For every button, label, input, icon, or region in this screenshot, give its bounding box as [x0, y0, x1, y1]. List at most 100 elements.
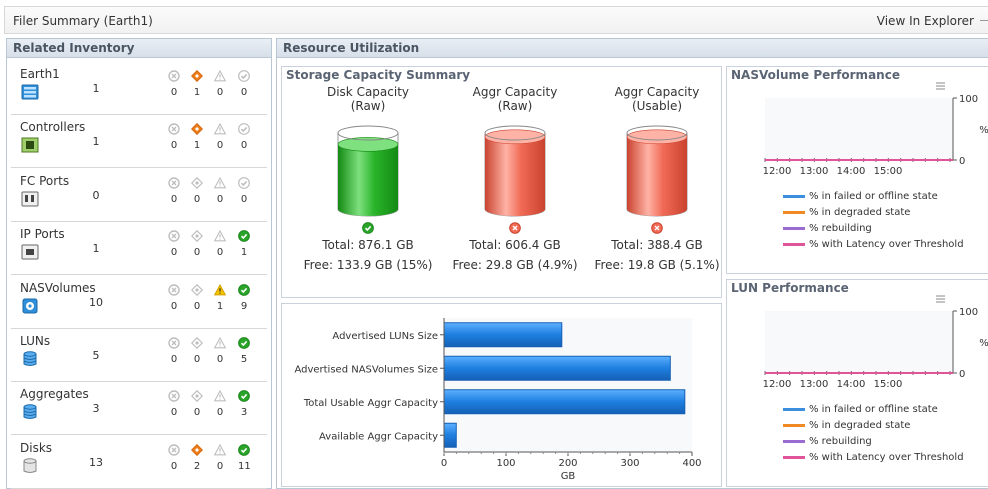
disk-icon [21, 458, 37, 473]
bar[interactable] [443, 389, 686, 415]
inventory-item-name[interactable]: NASVolumes [20, 281, 96, 295]
critical-status-count[interactable]: 0 [168, 140, 180, 151]
major-status-count[interactable]: 0 [191, 247, 203, 258]
inventory-item-name[interactable]: Aggregates [20, 387, 89, 401]
normal-status-count[interactable]: 1 [238, 247, 250, 258]
capacity-cylinder[interactable]: Aggr Capacity (Raw) Total: 606.4 GB Free: 2… [450, 85, 580, 290]
capacity-subtitle: (Raw) [497, 99, 533, 113]
legend-item[interactable]: % in failed or offline state [783, 404, 938, 415]
normal-status-count[interactable]: 3 [238, 407, 250, 418]
inventory-row[interactable]: LUNs 5 0 0 0 5 [11, 329, 267, 382]
x-tick-label: 0 [441, 458, 447, 469]
filer-summary-header: Filer Summary (Earth1) View In Explorer [4, 6, 988, 34]
major-status-count[interactable]: 2 [191, 461, 203, 472]
inventory-item-name[interactable]: Disks [20, 441, 52, 455]
inventory-row[interactable]: Controllers 1 0 1 0 0 [11, 115, 267, 169]
major-status-icon [190, 336, 204, 350]
capacity-bar-chart-panel: Advertised LUNs Size Advertised NASVolume… [281, 303, 722, 487]
inventory-row[interactable]: IP Ports 1 0 0 0 1 [11, 222, 267, 276]
major-status-icon [190, 123, 204, 136]
warning-status-count[interactable]: 0 [214, 87, 226, 98]
inventory-item-name[interactable]: Controllers [20, 120, 85, 134]
major-status-count[interactable]: 1 [191, 87, 203, 98]
capacity-cylinder[interactable]: Disk Capacity (Raw) Total: 876.1 GB Free: 1… [303, 85, 433, 290]
collapse-arrow-icon[interactable] [980, 20, 988, 21]
major-status-count[interactable]: 0 [191, 407, 203, 418]
warning-status-count[interactable]: 0 [214, 194, 226, 205]
warning-status-count[interactable]: 0 [214, 354, 226, 365]
major-status-count[interactable]: 1 [191, 140, 203, 151]
capacity-subtitle: (Raw) [350, 99, 386, 113]
inventory-row[interactable]: Disks 13 0 2 0 11 [11, 436, 267, 489]
major-status-count[interactable]: 0 [191, 301, 203, 312]
fc-port-icon [21, 191, 39, 207]
aggregate-icon [21, 404, 37, 420]
legend-swatch [783, 210, 805, 214]
chart-menu-icon[interactable] [936, 295, 945, 303]
critical-status-count[interactable]: 0 [168, 247, 180, 258]
legend-item[interactable]: % rebuilding [783, 436, 872, 447]
warning-status-count[interactable]: 1 [214, 301, 226, 312]
view-in-explorer-link[interactable]: View In Explorer [877, 14, 974, 28]
normal-status-count[interactable]: 0 [238, 87, 250, 98]
bar[interactable] [443, 355, 671, 381]
inventory-item-name[interactable]: Earth1 [20, 67, 60, 81]
critical-status-count[interactable]: 0 [168, 461, 180, 472]
inventory-row[interactable]: FC Ports 0 0 0 0 0 [11, 169, 267, 222]
inventory-row[interactable]: NASVolumes 10 0 0 1 9 [11, 276, 267, 329]
warning-status-count[interactable]: 0 [214, 247, 226, 258]
legend-item[interactable]: % in degraded state [783, 207, 910, 218]
inventory-row[interactable]: Aggregates 3 0 0 0 3 [11, 382, 267, 436]
bar[interactable] [443, 422, 457, 448]
normal-status-count[interactable]: 5 [238, 354, 250, 365]
inventory-item-count: 3 [92, 402, 100, 416]
critical-status-count[interactable]: 0 [168, 407, 180, 418]
inventory-item-name[interactable]: FC Ports [20, 174, 69, 188]
critical-status-count[interactable]: 0 [168, 354, 180, 365]
x-tick-label: 15:00 [874, 166, 903, 177]
legend-item[interactable]: % with Latency over Threshold [783, 239, 964, 250]
capacity-free: Free: 19.8 GB (5.1%) [594, 258, 720, 272]
x-tick-label: 200 [558, 458, 577, 469]
inventory-item-count: 1 [92, 242, 100, 256]
page-title: Filer Summary (Earth1) [13, 14, 153, 28]
x-tick-label: 100 [496, 458, 515, 469]
chart-menu-icon[interactable] [936, 82, 945, 90]
normal-status-count[interactable]: 11 [238, 461, 251, 472]
legend-item[interactable]: % in failed or offline state [783, 191, 938, 202]
major-status-icon [190, 390, 204, 403]
capacity-cylinder[interactable]: Aggr Capacity (Usable) Total: 388.4 GB Free… [592, 85, 722, 290]
normal-status-icon [238, 230, 250, 243]
normal-status-count[interactable]: 9 [238, 301, 250, 312]
legend-item[interactable]: % rebuilding [783, 223, 872, 234]
lun-performance-panel: LUN Performance 0 100% 12:00 13:00 14:00 15:0… [726, 279, 988, 487]
warning-status-count[interactable]: 0 [214, 407, 226, 418]
warning-status-icon [213, 443, 227, 456]
warning-status-count[interactable]: 0 [214, 140, 226, 151]
x-tick-label: 12:00 [763, 166, 792, 177]
bar[interactable] [443, 322, 563, 348]
y-tick-label: 100 [959, 307, 978, 318]
normal-status-count[interactable]: 0 [238, 140, 250, 151]
normal-status-count[interactable]: 0 [238, 194, 250, 205]
legend-swatch [783, 194, 805, 198]
capacity-title: Aggr Capacity [472, 85, 558, 99]
critical-status-count[interactable]: 0 [168, 194, 180, 205]
legend-item[interactable]: % in degraded state [783, 420, 910, 431]
y-axis-label: % [979, 338, 988, 349]
inventory-item-name[interactable]: IP Ports [20, 227, 65, 241]
critical-status-count[interactable]: 0 [168, 301, 180, 312]
inventory-row[interactable]: Earth1 1 0 1 0 0 [11, 62, 267, 115]
y-tick-label: 100 [959, 94, 978, 105]
warning-status-icon [213, 283, 227, 296]
critical-status-count[interactable]: 0 [168, 87, 180, 98]
critical-status-icon [168, 230, 180, 242]
major-status-count[interactable]: 0 [191, 354, 203, 365]
major-status-count[interactable]: 0 [191, 194, 203, 205]
legend-item[interactable]: % with Latency over Threshold [783, 452, 964, 463]
warning-status-count[interactable]: 0 [214, 461, 226, 472]
critical-status-icon [168, 123, 180, 136]
ip-port-icon [21, 244, 39, 260]
inventory-item-name[interactable]: LUNs [20, 334, 50, 348]
capacity-bar-chart: Advertised LUNs Size Advertised NASVolume… [294, 318, 702, 482]
